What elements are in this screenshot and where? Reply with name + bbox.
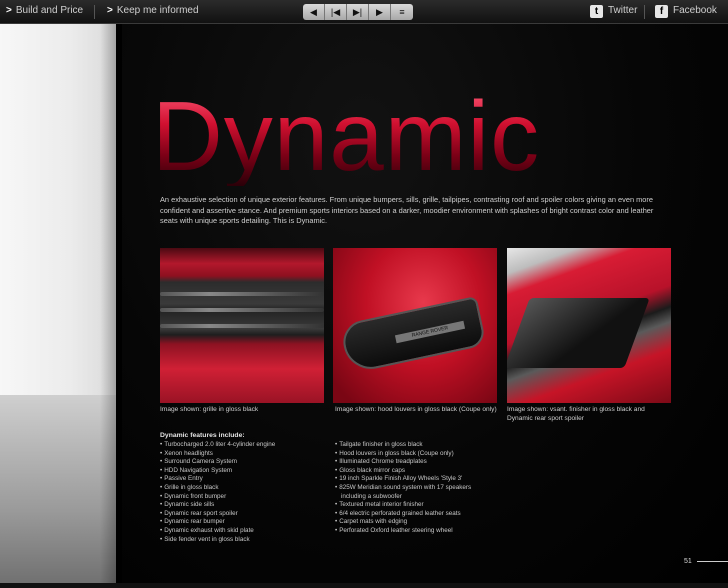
list-item: HDD Navigation System bbox=[160, 467, 275, 476]
grille-bar bbox=[160, 308, 324, 312]
twitter-icon[interactable]: t bbox=[590, 5, 603, 18]
rear-spoiler-photo bbox=[507, 248, 671, 403]
toolbar-divider bbox=[94, 5, 95, 19]
chevron-right-icon: > bbox=[107, 5, 113, 16]
list-item: Dynamic side sills bbox=[160, 501, 275, 510]
list-item: Dynamic front bumper bbox=[160, 493, 275, 502]
grille-bar bbox=[160, 292, 324, 296]
page-rule bbox=[697, 561, 728, 562]
page-navigation: ◀ |◀ ▶| ▶ ≡ bbox=[303, 4, 413, 20]
list-item: Surround Camera System bbox=[160, 458, 275, 467]
list-item: Dynamic exhaust with skid plate bbox=[160, 527, 275, 536]
chevron-right-icon: > bbox=[6, 5, 12, 16]
list-item: Carpet mats with edging bbox=[335, 518, 471, 527]
list-item: Gloss black mirror caps bbox=[335, 467, 471, 476]
toolbar-divider bbox=[644, 5, 645, 19]
build-and-price-label: Build and Price bbox=[15, 5, 84, 16]
list-item: Dynamic rear sport spoiler bbox=[160, 510, 275, 519]
top-toolbar: > Build and Price > Keep me informed ◀ |◀ … bbox=[0, 0, 728, 24]
build-and-price-link[interactable]: > Build and Price bbox=[6, 5, 83, 16]
menu-button[interactable]: ≡ bbox=[391, 4, 413, 20]
list-item: Xenon headlights bbox=[160, 450, 275, 459]
louver-caption: Image shown: hood louvers in gloss black… bbox=[335, 406, 497, 413]
list-item: 6/4 electric perforated grained leather … bbox=[335, 510, 471, 519]
last-page-button[interactable]: ▶| bbox=[347, 4, 369, 20]
list-item: Perforated Oxford leather steering wheel bbox=[335, 527, 471, 536]
list-item: Illuminated Chrome treadplates bbox=[335, 458, 471, 467]
list-item: Textured metal interior finisher bbox=[335, 501, 471, 510]
list-item: Passive Entry bbox=[160, 475, 275, 484]
list-item: Tailgate finisher in gloss black bbox=[335, 441, 471, 450]
spoiler-caption: Image shown: vsant. finisher in gloss bl… bbox=[507, 406, 645, 422]
previous-page-button[interactable]: ◀ bbox=[303, 4, 325, 20]
list-item: Grille in gloss black bbox=[160, 484, 275, 493]
page-number: 51 bbox=[684, 558, 692, 565]
list-item: 19 inch Sparkle Finish Alloy Wheels 'Sty… bbox=[335, 475, 471, 484]
showroom-floor bbox=[0, 395, 116, 588]
features-list-left: Turbocharged 2.0 liter 4-cylinder engine… bbox=[160, 441, 275, 544]
list-item: Dynamic rear bumper bbox=[160, 518, 275, 527]
features-list-right: Tailgate finisher in gloss black Hood lo… bbox=[335, 441, 471, 536]
list-item: 825W Meridian sound system with 17 speak… bbox=[335, 484, 471, 493]
features-heading: Dynamic features include: bbox=[160, 432, 245, 439]
list-item-continued: including a subwoofer bbox=[341, 492, 402, 500]
keep-me-informed-link[interactable]: > Keep me informed bbox=[107, 5, 199, 16]
grille-bar bbox=[160, 324, 324, 328]
page-title: Dynamic bbox=[152, 81, 541, 191]
bottom-bar bbox=[0, 583, 728, 588]
rear-window bbox=[507, 298, 650, 368]
grille-photo bbox=[160, 248, 324, 403]
list-item: Turbocharged 2.0 liter 4-cylinder engine bbox=[160, 441, 275, 450]
next-page-button[interactable]: ▶ bbox=[369, 4, 391, 20]
list-item: Hood louvers in gloss black (Coupe only) bbox=[335, 450, 471, 459]
list-item: Side fender vent in gloss black bbox=[160, 536, 275, 545]
keep-me-informed-label: Keep me informed bbox=[116, 5, 199, 16]
intro-paragraph: An exhaustive selection of unique exteri… bbox=[160, 195, 654, 225]
first-page-button[interactable]: |◀ bbox=[325, 4, 347, 20]
twitter-link[interactable]: Twitter bbox=[608, 5, 637, 16]
facebook-icon[interactable]: f bbox=[655, 5, 668, 18]
grille-caption: Image shown: grille in gloss black bbox=[160, 406, 259, 413]
hood-louver-photo: RANGE ROVER bbox=[333, 248, 497, 403]
wall-shadow bbox=[100, 24, 122, 588]
facebook-link[interactable]: Facebook bbox=[673, 5, 717, 16]
